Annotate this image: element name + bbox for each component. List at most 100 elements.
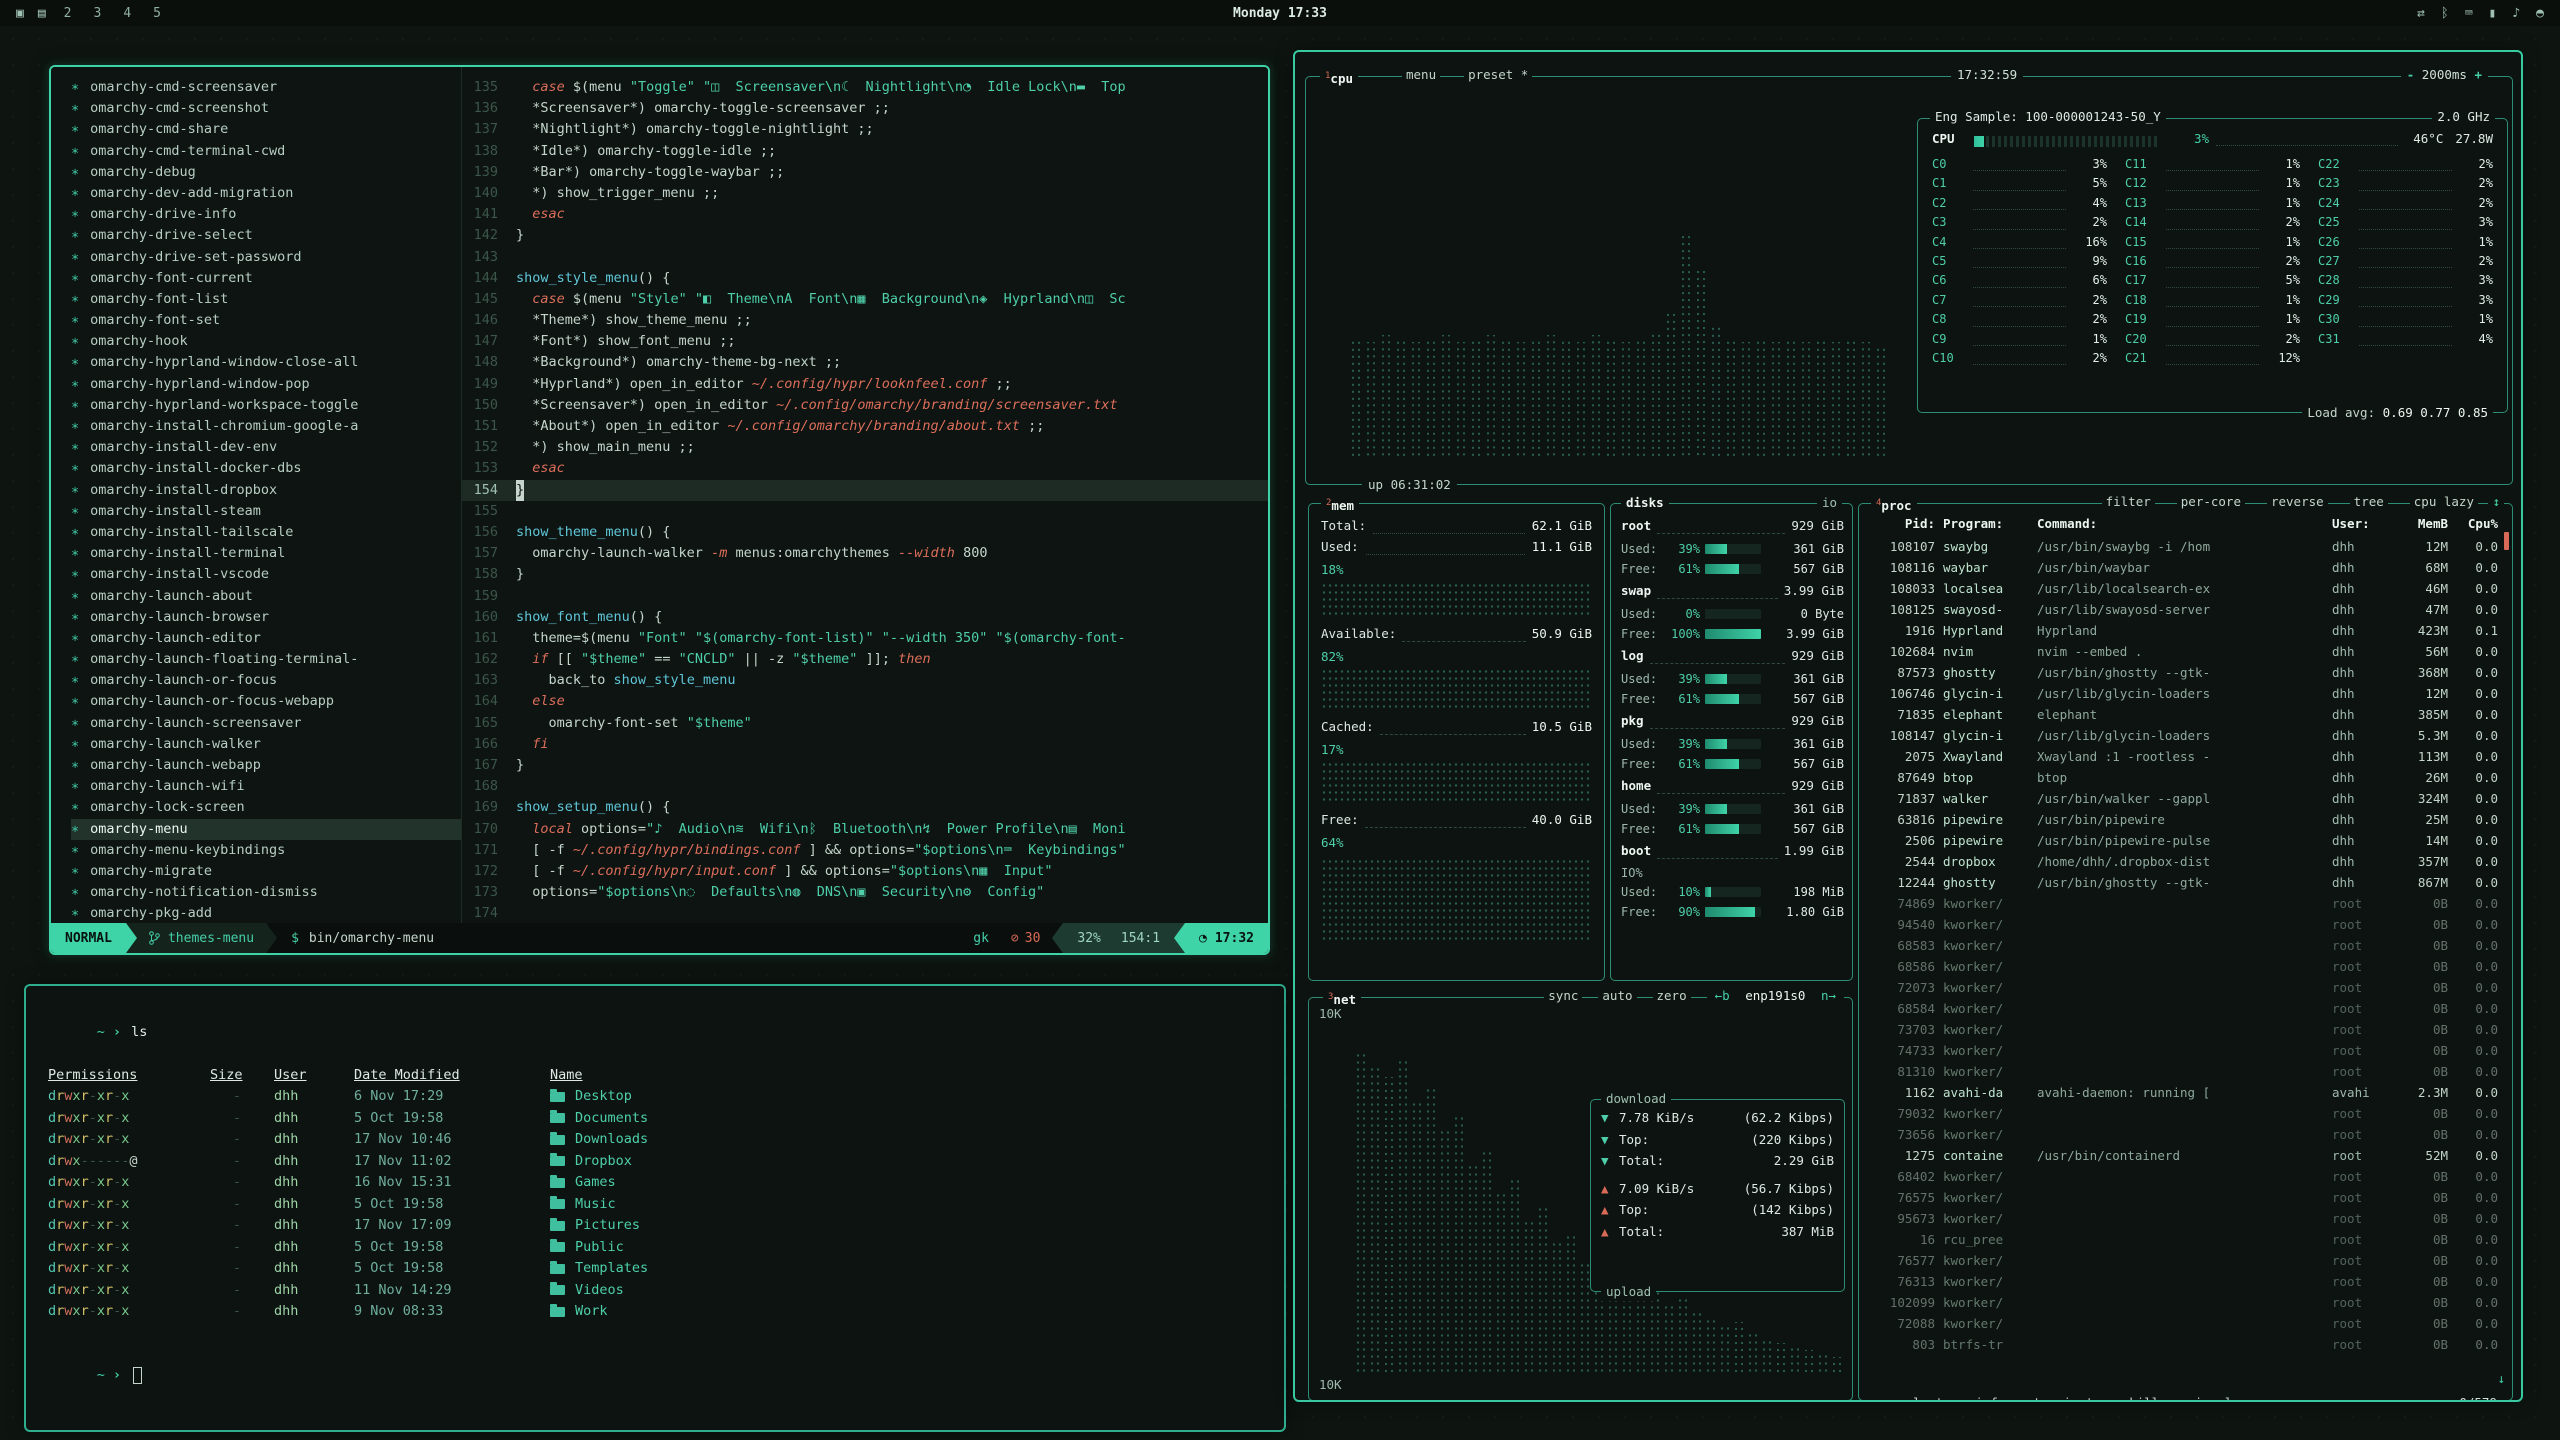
code-line[interactable]: 161 theme=$(menu "Font" "$(omarchy-font-… — [462, 628, 1268, 649]
process-row[interactable]: 74869kworker/root0B0.0 — [1859, 893, 2512, 914]
process-row[interactable]: 106746glycin-i/usr/lib/glycin-loadersdhh… — [1859, 683, 2512, 704]
process-row[interactable]: 76577kworker/root0B0.0 — [1859, 1250, 2512, 1271]
file-item[interactable]: ∗omarchy-launch-browser — [71, 607, 461, 628]
code-line[interactable]: 155 — [462, 501, 1268, 522]
process-row[interactable]: 803btrfs-trroot0B0.0 — [1859, 1334, 2512, 1355]
code-line[interactable]: 169show_setup_menu() { — [462, 797, 1268, 818]
file-item[interactable]: ∗omarchy-install-tailscale — [71, 522, 461, 543]
file-item[interactable]: ∗omarchy-install-terminal — [71, 543, 461, 564]
interval-increase-button[interactable]: + — [2474, 67, 2482, 82]
process-row[interactable]: 68584kworker/root0B0.0 — [1859, 998, 2512, 1019]
code-line[interactable]: 168 — [462, 776, 1268, 797]
file-item[interactable]: ∗omarchy-drive-select — [71, 225, 461, 246]
file-item[interactable]: ∗omarchy-install-docker-dbs — [71, 458, 461, 479]
file-item[interactable]: ∗omarchy-menu-keybindings — [71, 840, 461, 861]
process-row[interactable]: 81310kworker/root0B0.0 — [1859, 1061, 2512, 1082]
process-row[interactable]: 72088kworker/root0B0.0 — [1859, 1313, 2512, 1334]
file-item[interactable]: ∗omarchy-cmd-screenshot — [71, 98, 461, 119]
proc-button-cpu-lazy[interactable]: cpu lazy — [2410, 494, 2478, 509]
workspace-3[interactable]: 3 — [93, 6, 101, 21]
proc-button-per-core[interactable]: per-core — [2177, 494, 2245, 509]
code-line[interactable]: 171 [ -f ~/.config/hypr/bindings.conf ] … — [462, 840, 1268, 861]
code-line[interactable]: 148 *Background*) omarchy-theme-bg-next … — [462, 352, 1268, 373]
file-item[interactable]: ∗omarchy-hyprland-window-pop — [71, 374, 461, 395]
code-line[interactable]: 141 esac — [462, 204, 1268, 225]
interval-decrease-button[interactable]: - — [2407, 67, 2415, 82]
code-line[interactable]: 160show_font_menu() { — [462, 607, 1268, 628]
mem-column-header[interactable]: MemB — [2392, 512, 2448, 536]
process-row[interactable]: 73703kworker/root0B0.0 — [1859, 1019, 2512, 1040]
net-button-sync[interactable]: sync — [1544, 988, 1582, 1003]
file-item[interactable]: ∗omarchy-launch-or-focus-webapp — [71, 691, 461, 712]
file-item[interactable]: ∗omarchy-pkg-add — [71, 903, 461, 924]
code-line[interactable]: 143 — [462, 247, 1268, 268]
command-column-header[interactable]: Command: — [2037, 512, 2324, 536]
process-row[interactable]: 76313kworker/root0B0.0 — [1859, 1271, 2512, 1292]
io-mode-button[interactable]: io — [1817, 494, 1842, 512]
keyboard-icon[interactable]: ⌨ — [2465, 6, 2473, 21]
code-line[interactable]: 154} — [462, 480, 1268, 501]
process-row[interactable]: 108116waybar/usr/bin/waybardhh68M0.0 — [1859, 557, 2512, 578]
file-item[interactable]: ∗omarchy-font-set — [71, 310, 461, 331]
code-line[interactable]: 146 *Theme*) show_theme_menu ;; — [462, 310, 1268, 331]
workspace-2[interactable]: 2 — [64, 6, 72, 21]
terminate-button[interactable]: terminate — [2029, 1395, 2105, 1402]
process-row[interactable]: 63816pipewire/usr/bin/pipewiredhh25M0.0 — [1859, 809, 2512, 830]
process-row[interactable]: 73656kworker/root0B0.0 — [1859, 1124, 2512, 1145]
user-column-header[interactable]: User: — [2332, 512, 2384, 536]
code-line[interactable]: 151 *About*) open_in_editor ~/.config/om… — [462, 416, 1268, 437]
code-line[interactable]: 173 options="$options\n◌ Defaults\n◍ DNS… — [462, 882, 1268, 903]
network-interface-selector[interactable]: ←b enp191s0 n→ — [1707, 988, 1844, 1003]
kill-button[interactable]: kill — [2125, 1395, 2163, 1402]
pid-column-header[interactable]: Pid: — [1871, 512, 1935, 536]
process-row[interactable]: 108033localsea/usr/lib/localsearch-exdhh… — [1859, 578, 2512, 599]
file-item[interactable]: ∗omarchy-launch-screensaver — [71, 713, 461, 734]
process-row[interactable]: 79032kworker/root0B0.0 — [1859, 1103, 2512, 1124]
process-row[interactable]: 87649btopbtopdhh26M0.0 — [1859, 767, 2512, 788]
file-item[interactable]: ∗omarchy-launch-webapp — [71, 755, 461, 776]
process-row[interactable]: 108107swaybg/usr/bin/swaybg -i /homdhh12… — [1859, 536, 2512, 557]
file-item[interactable]: ∗omarchy-font-current — [71, 268, 461, 289]
file-item[interactable]: ∗omarchy-launch-editor — [71, 628, 461, 649]
file-item[interactable]: ∗omarchy-install-dropbox — [71, 480, 461, 501]
terminal-icon[interactable]: ▣ — [16, 6, 24, 21]
volume-icon[interactable]: ♪ — [2512, 6, 2520, 21]
process-row[interactable]: 74733kworker/root0B0.0 — [1859, 1040, 2512, 1061]
file-item[interactable]: ∗omarchy-cmd-share — [71, 119, 461, 140]
code-line[interactable]: 167} — [462, 755, 1268, 776]
git-branch[interactable]: themes-menu — [137, 923, 266, 953]
process-row[interactable]: 16rcu_preeroot0B0.0 — [1859, 1229, 2512, 1250]
net-button-zero[interactable]: zero — [1653, 988, 1691, 1003]
file-item[interactable]: ∗omarchy-dev-add-migration — [71, 183, 461, 204]
code-line[interactable]: 137 *Nightlight*) omarchy-toggle-nightli… — [462, 119, 1268, 140]
process-scrollbar[interactable] — [2504, 532, 2509, 550]
code-line[interactable]: 139 *Bar*) omarchy-toggle-waybar ;; — [462, 162, 1268, 183]
process-row[interactable]: 94540kworker/root0B0.0 — [1859, 914, 2512, 935]
file-item[interactable]: ∗omarchy-hook — [71, 331, 461, 352]
process-row[interactable]: 108147glycin-i/usr/lib/glycin-loadersdhh… — [1859, 725, 2512, 746]
cpu-button-menu[interactable]: menu — [1402, 67, 1440, 82]
process-row[interactable]: 102099kworker/root0B0.0 — [1859, 1292, 2512, 1313]
code-line[interactable]: 158} — [462, 564, 1268, 585]
proc-button-tree[interactable]: tree — [2350, 494, 2388, 509]
file-item[interactable]: ∗omarchy-launch-or-focus — [71, 670, 461, 691]
sort-toggle-icon[interactable]: ↕ — [2488, 494, 2504, 509]
code-line[interactable]: 164 else — [462, 691, 1268, 712]
workspace-4[interactable]: 4 — [123, 6, 131, 21]
proc-button-reverse[interactable]: reverse — [2267, 494, 2328, 509]
process-row[interactable]: 1275containe/usr/bin/containerdroot52M0.… — [1859, 1145, 2512, 1166]
code-line[interactable]: 170 local options="♪ Audio\n≋ Wifi\nᛒ Bl… — [462, 819, 1268, 840]
proc-button-filter[interactable]: filter — [2102, 494, 2155, 509]
signals-button[interactable]: signals — [2183, 1395, 2244, 1402]
code-line[interactable]: 172 [ -f ~/.config/hypr/input.conf ] && … — [462, 861, 1268, 882]
program-column-header[interactable]: Program: — [1943, 512, 2029, 536]
code-line[interactable]: 156show_theme_menu() { — [462, 522, 1268, 543]
file-item[interactable]: ∗omarchy-lock-screen — [71, 797, 461, 818]
file-item[interactable]: ∗omarchy-hyprland-window-close-all — [71, 352, 461, 373]
grid-icon[interactable]: ▤ — [38, 6, 46, 21]
process-row[interactable]: 71835elephantelephantdhh385M0.0 — [1859, 704, 2512, 725]
select-button[interactable]: ↕ select — [1875, 1395, 1951, 1402]
file-item[interactable]: ∗omarchy-install-vscode — [71, 564, 461, 585]
code-line[interactable]: 159 — [462, 586, 1268, 607]
scroll-down-indicator[interactable]: ↓ — [2497, 1371, 2505, 1386]
